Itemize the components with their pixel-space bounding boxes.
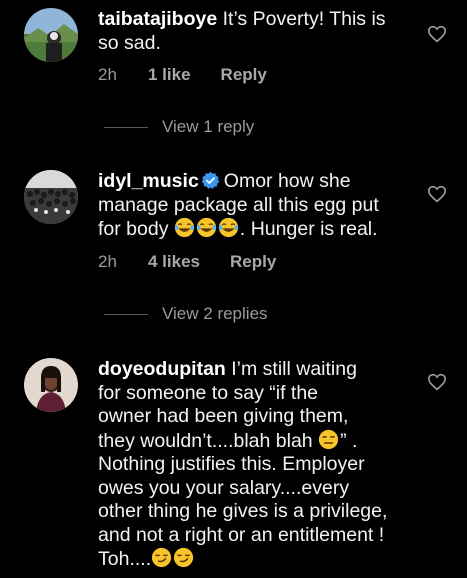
divider-line [104,126,148,128]
reply-button[interactable]: Reply [230,252,276,272]
comment-text: idyl_music Omor how she manage package al… [98,170,379,240]
username[interactable]: idyl_music [98,170,199,192]
divider-line [104,313,148,315]
reply-button[interactable]: Reply [221,65,267,85]
likes-count[interactable]: 4 likes [148,252,200,272]
comment-meta: 2h 1 like Reply [98,65,267,85]
comment-meta: 2h 4 likes Reply [98,252,276,272]
username[interactable]: doyeodupitan [98,358,226,380]
comment-text: doyeodupitan I’m still waiting for someo… [98,358,388,570]
comment-text: taibatajiboye It’s Poverty! This is so s… [98,8,386,54]
avatar[interactable] [24,8,78,62]
timestamp: 2h [98,65,117,84]
heart-icon[interactable] [427,373,447,391]
username[interactable]: taibatajiboye [98,8,217,30]
view-replies-link[interactable]: View 2 replies [104,304,268,324]
laughing-emoji-icon [174,217,195,238]
avatar[interactable] [24,358,78,412]
heart-icon[interactable] [427,25,447,43]
verified-badge-icon [201,171,220,189]
smirk-emoji-icon [174,547,194,568]
laughing-emoji-icon [218,217,239,238]
heart-icon[interactable] [427,185,447,203]
timestamp: 2h [98,252,117,271]
laughing-emoji-icon [196,217,217,238]
expressionless-emoji-icon [318,429,339,449]
view-replies-link[interactable]: View 1 reply [104,117,254,137]
likes-count[interactable]: 1 like [148,65,191,85]
avatar[interactable] [24,170,78,224]
smirk-emoji-icon [152,547,172,568]
